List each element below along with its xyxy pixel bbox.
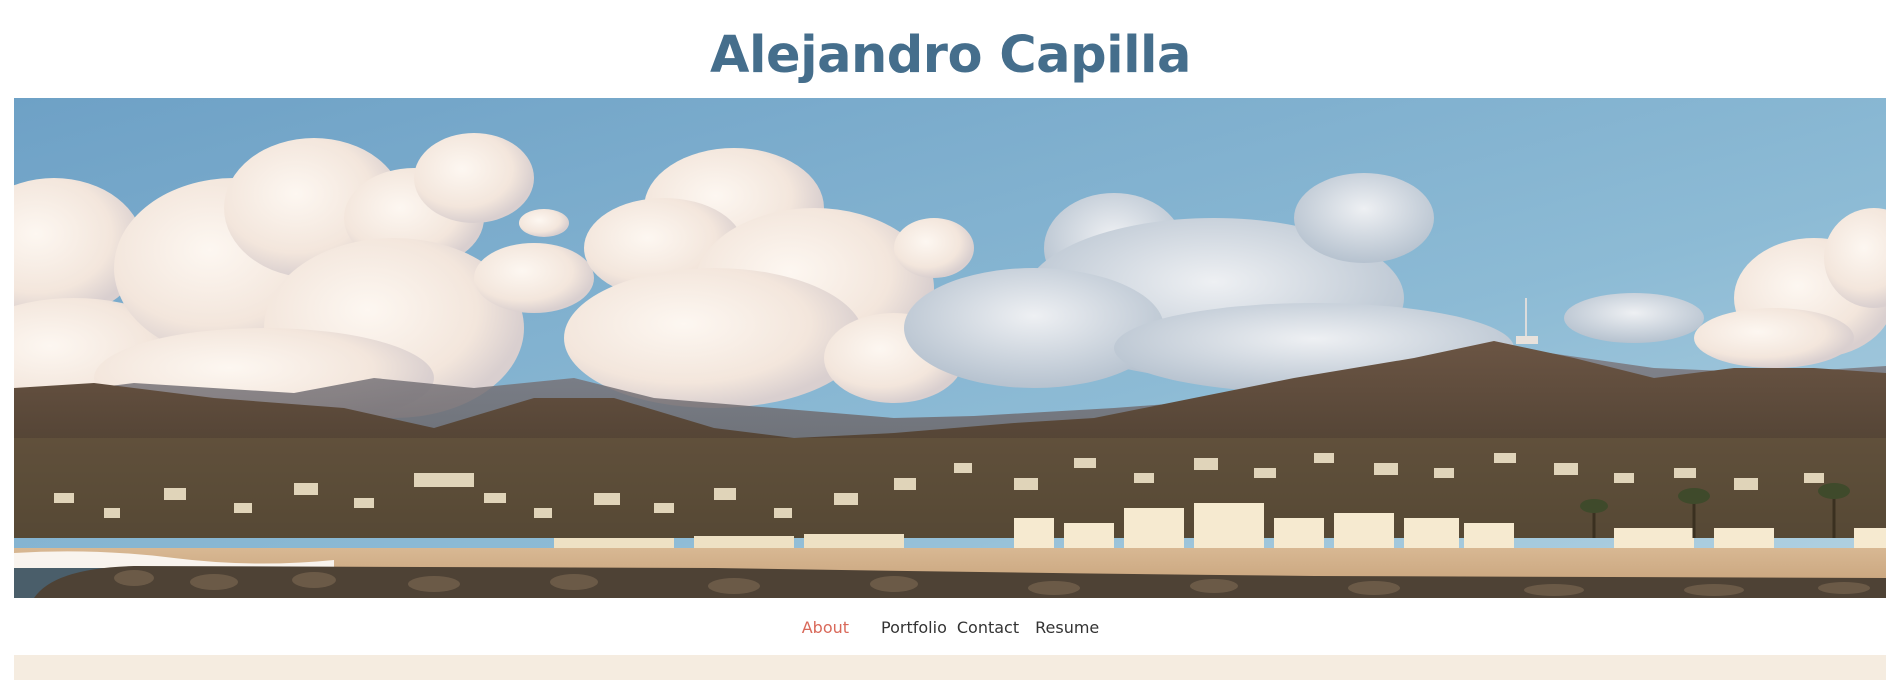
hero-landscape-illustration <box>14 98 1886 598</box>
nav-link-about[interactable]: About <box>802 618 849 637</box>
nav-link-portfolio[interactable]: Portfolio <box>881 618 947 637</box>
hero-banner-image <box>14 98 1886 598</box>
content-section-top <box>14 655 1886 680</box>
nav-link-contact[interactable]: Contact <box>957 618 1019 637</box>
main-nav: About Portfolio Contact Resume <box>0 612 1901 642</box>
nav-link-resume[interactable]: Resume <box>1035 618 1099 637</box>
site-title: Alejandro Capilla <box>710 26 1191 85</box>
